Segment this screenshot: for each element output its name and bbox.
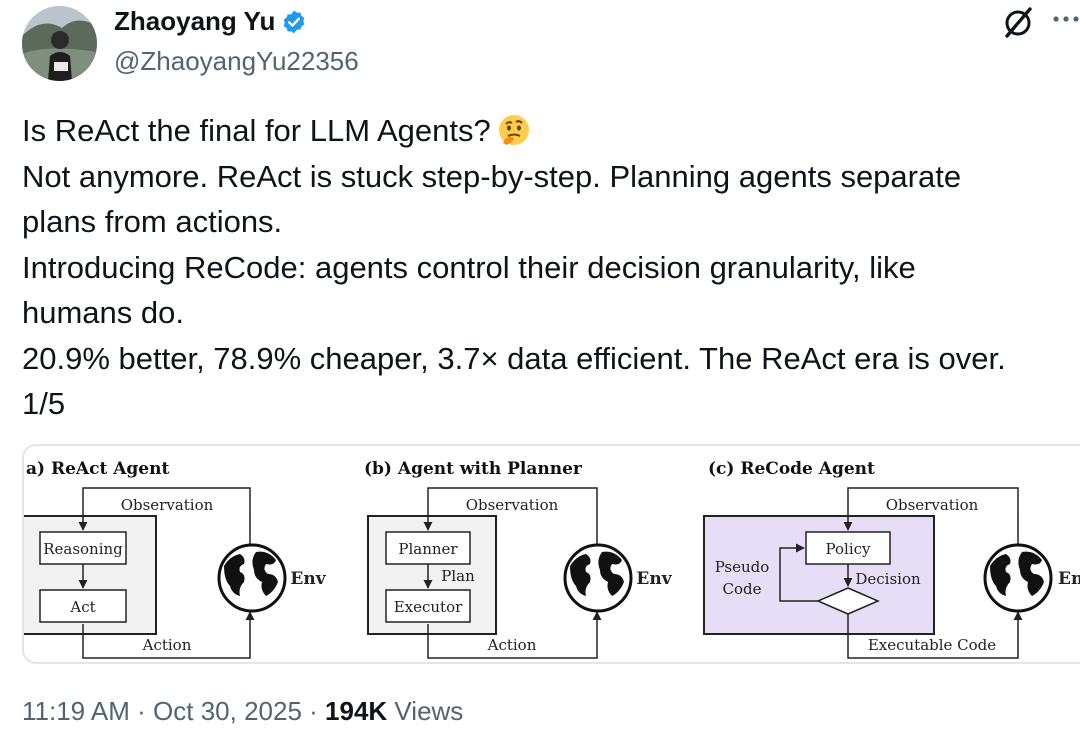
grok-icon[interactable] <box>1000 4 1036 40</box>
author-name[interactable]: Zhaoyang Yu <box>114 6 275 37</box>
tweet-line: humans do. <box>22 295 184 330</box>
verified-badge-icon <box>284 10 305 33</box>
tweet-date[interactable]: Oct 30, 2025 <box>153 696 302 726</box>
globe-icon <box>217 543 287 613</box>
env-label-c: En <box>1058 569 1080 589</box>
executor-label: Executor <box>394 598 463 616</box>
meta-separator: · <box>129 696 154 726</box>
action-label-a: Action <box>142 636 192 654</box>
tweet-line: 20.9% better, 78.9% cheaper, 3.7× data e… <box>22 340 1006 376</box>
pseudo-label: Pseudo <box>715 558 770 576</box>
views-count: 194K <box>325 696 388 726</box>
more-icon[interactable] <box>1052 14 1080 24</box>
act-label: Act <box>69 598 95 616</box>
tweet-meta: 11:19 AM · Oct 30, 2025 · 194K Views <box>22 696 463 727</box>
policy-label: Policy <box>826 540 872 558</box>
action-label-b: Action <box>487 636 537 654</box>
observation-label-a: Observation <box>121 496 214 514</box>
author-handle[interactable]: @ZhaoyangYu22356 <box>114 46 359 77</box>
thinking-face-emoji-icon <box>498 115 529 145</box>
planner-label: Planner <box>398 540 458 558</box>
avatar[interactable] <box>22 6 97 81</box>
globe-icon <box>983 543 1053 613</box>
observation-label-c: Observation <box>886 496 979 514</box>
env-label-a: Env <box>290 569 326 589</box>
reasoning-label: Reasoning <box>43 540 123 558</box>
panel-b-title: (b) Agent with Planner <box>364 459 583 479</box>
meta-separator: · <box>301 696 326 726</box>
env-label-b: Env <box>636 569 672 589</box>
globe-icon <box>563 543 633 613</box>
decision-label: Decision <box>855 570 921 588</box>
tweet-time[interactable]: 11:19 AM <box>22 696 130 726</box>
tweet-line: 1/5 <box>22 386 66 421</box>
attached-figure[interactable]: a) ReAct Agent Reasoning Act Observation… <box>22 444 1080 664</box>
tweet-line: Introducing ReCode: agents control their… <box>22 249 916 285</box>
executable-code-label: Executable Code <box>868 636 996 654</box>
code-label: Code <box>723 580 762 598</box>
plan-label: Plan <box>441 567 475 585</box>
tweet-text: Is ReAct the final for LLM Agents? Not a… <box>22 108 1072 427</box>
panel-c-title: (c) ReCode Agent <box>708 459 875 479</box>
tweet-line: Not anymore. ReAct is stuck step-by-step… <box>22 158 962 194</box>
views-label: Views <box>387 696 464 726</box>
author-name-row[interactable]: Zhaoyang Yu <box>114 6 307 37</box>
observation-label-b: Observation <box>466 496 559 514</box>
tweet-line: Is ReAct the final for LLM Agents? <box>22 108 1072 154</box>
tweet-line: plans from actions. <box>22 204 283 239</box>
panel-a-title: a) ReAct Agent <box>26 459 169 479</box>
